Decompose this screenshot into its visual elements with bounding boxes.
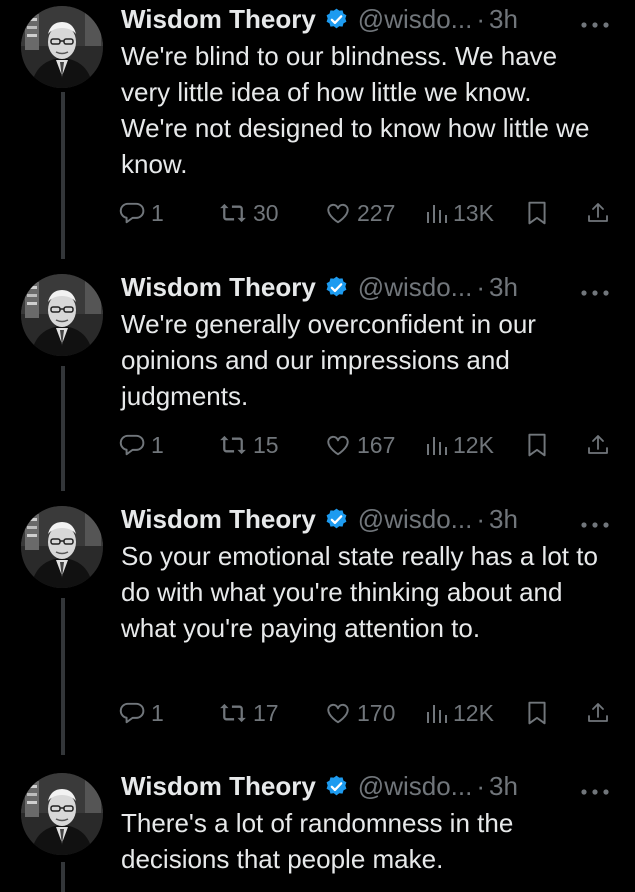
retweet-count: 17 <box>253 699 279 726</box>
tweet-header: Wisdom Theory @wisdo... · 3h <box>121 501 518 537</box>
avatar[interactable] <box>21 274 103 356</box>
share-button[interactable] <box>586 430 610 460</box>
reply-count: 1 <box>151 699 164 726</box>
like-count: 167 <box>357 431 396 458</box>
separator-dot: · <box>476 271 486 302</box>
separator-dot: · <box>476 770 486 801</box>
views-count: 12K <box>453 699 494 726</box>
like-count: 170 <box>357 699 396 726</box>
views-icon <box>426 433 448 457</box>
bookmark-icon <box>526 200 548 226</box>
thread-line <box>61 92 65 259</box>
reply-icon <box>118 432 146 458</box>
tweet-header: Wisdom Theory @wisdo... · 3h <box>121 269 518 305</box>
retweet-button[interactable]: 15 <box>218 430 279 460</box>
bookmark-icon <box>526 432 548 458</box>
verified-badge-icon[interactable] <box>324 774 349 799</box>
like-button[interactable]: 167 <box>324 430 395 460</box>
retweet-count: 30 <box>253 199 279 226</box>
timestamp[interactable]: 3h <box>489 771 518 802</box>
like-icon <box>324 200 352 226</box>
share-button[interactable] <box>586 198 610 228</box>
avatar[interactable] <box>21 506 103 588</box>
views-button[interactable]: 13K <box>426 198 494 228</box>
views-count: 13K <box>453 199 494 226</box>
views-button[interactable]: 12K <box>426 430 494 460</box>
retweet-count: 15 <box>253 431 279 458</box>
tweet-text: We're blind to our blindness. We have ve… <box>121 41 590 179</box>
reply-button[interactable]: 1 <box>118 198 164 228</box>
bookmark-button[interactable] <box>526 698 548 728</box>
separator-dot: · <box>476 3 486 34</box>
like-button[interactable]: 227 <box>324 198 395 228</box>
verified-badge-icon[interactable] <box>324 507 349 532</box>
display-name[interactable]: Wisdom Theory <box>121 4 316 35</box>
like-count: 227 <box>357 199 396 226</box>
retweet-button[interactable]: 17 <box>218 698 279 728</box>
timestamp[interactable]: 3h <box>489 504 518 535</box>
retweet-icon <box>218 200 248 226</box>
like-button[interactable]: 170 <box>324 698 395 728</box>
more-icon[interactable] <box>580 516 610 528</box>
views-icon <box>426 201 448 225</box>
display-name[interactable]: Wisdom Theory <box>121 272 316 303</box>
reply-button[interactable]: 1 <box>118 698 164 728</box>
avatar[interactable] <box>21 6 103 88</box>
retweet-icon <box>218 432 248 458</box>
retweet-icon <box>218 700 248 726</box>
tweet-text: We're generally overconfident in our opi… <box>121 309 536 411</box>
like-icon <box>324 700 352 726</box>
views-button[interactable]: 12K <box>426 698 494 728</box>
handle[interactable]: @wisdo... <box>358 272 473 303</box>
bookmark-icon <box>526 700 548 726</box>
views-count: 12K <box>453 431 494 458</box>
share-icon <box>586 432 610 458</box>
tweet-header: Wisdom Theory @wisdo... · 3h <box>121 768 518 804</box>
thread-line <box>61 862 65 892</box>
action-bar: 1 17 170 12K <box>118 698 618 728</box>
tweet-text: There's a lot of randomness in the decis… <box>121 808 514 874</box>
more-icon[interactable] <box>580 783 610 795</box>
retweet-button[interactable]: 30 <box>218 198 279 228</box>
handle[interactable]: @wisdo... <box>358 4 473 35</box>
reply-icon <box>118 700 146 726</box>
like-icon <box>324 432 352 458</box>
tweet-header: Wisdom Theory @wisdo... · 3h <box>121 1 518 37</box>
more-icon[interactable] <box>580 284 610 296</box>
bookmark-button[interactable] <box>526 430 548 460</box>
thread-line <box>61 366 65 491</box>
display-name[interactable]: Wisdom Theory <box>121 504 316 535</box>
timestamp[interactable]: 3h <box>489 4 518 35</box>
handle[interactable]: @wisdo... <box>358 504 473 535</box>
tweet-text: So your emotional state really has a lot… <box>121 541 598 643</box>
reply-button[interactable]: 1 <box>118 430 164 460</box>
timestamp[interactable]: 3h <box>489 272 518 303</box>
thread-line <box>61 598 65 755</box>
share-button[interactable] <box>586 698 610 728</box>
share-icon <box>586 700 610 726</box>
views-icon <box>426 701 448 725</box>
display-name[interactable]: Wisdom Theory <box>121 771 316 802</box>
verified-badge-icon[interactable] <box>324 275 349 300</box>
reply-icon <box>118 200 146 226</box>
thread: Wisdom Theory @wisdo... · 3h We're blind… <box>0 0 635 892</box>
verified-badge-icon[interactable] <box>324 7 349 32</box>
bookmark-button[interactable] <box>526 198 548 228</box>
action-bar: 1 30 227 13K <box>118 198 618 228</box>
share-icon <box>586 200 610 226</box>
more-icon[interactable] <box>580 16 610 28</box>
reply-count: 1 <box>151 199 164 226</box>
avatar[interactable] <box>21 773 103 855</box>
action-bar: 1 15 167 12K <box>118 430 618 460</box>
separator-dot: · <box>476 503 486 534</box>
handle[interactable]: @wisdo... <box>358 771 473 802</box>
reply-count: 1 <box>151 431 164 458</box>
